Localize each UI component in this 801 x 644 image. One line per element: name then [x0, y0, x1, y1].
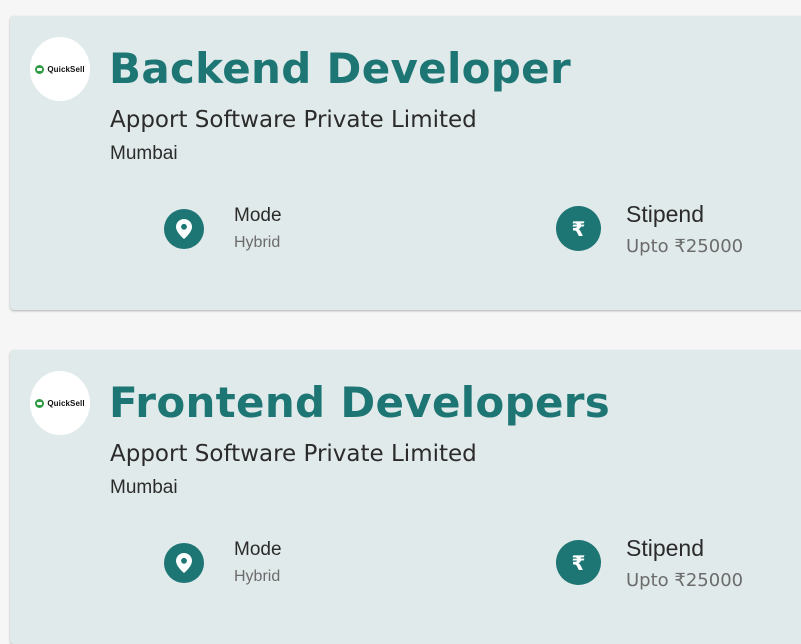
rupee-icon: ₹	[556, 206, 601, 251]
logo-text: QuickSell	[47, 64, 85, 74]
rupee-symbol: ₹	[571, 550, 586, 575]
job-title[interactable]: Backend Developer	[109, 40, 571, 98]
job-location: Mumbai	[110, 143, 178, 164]
quicksell-logo-icon	[35, 64, 45, 74]
company-logo: QuickSell	[30, 37, 90, 101]
rupee-icon: ₹	[556, 540, 601, 585]
mode-label: Mode	[234, 539, 282, 560]
mode-value: Hybrid	[234, 568, 281, 585]
stipend-value: Upto ₹25000	[626, 570, 744, 591]
mode-value: Hybrid	[234, 234, 281, 251]
rupee-symbol: ₹	[571, 216, 586, 241]
company-name: Apport Software Private Limited	[110, 107, 477, 133]
logo-text: QuickSell	[47, 398, 85, 408]
company-logo: QuickSell	[30, 371, 90, 435]
job-card[interactable]: QuickSell Backend Developer Apport Softw…	[10, 16, 801, 310]
company-name: Apport Software Private Limited	[110, 441, 477, 467]
job-title[interactable]: Frontend Developers	[109, 374, 610, 432]
stipend-label: Stipend	[626, 535, 705, 561]
job-location: Mumbai	[110, 477, 178, 498]
stipend-label: Stipend	[626, 201, 705, 227]
job-card[interactable]: QuickSell Frontend Developers Apport Sof…	[10, 350, 801, 644]
mode-label: Mode	[234, 205, 282, 226]
map-pin-icon	[164, 209, 204, 249]
stipend-value: Upto ₹25000	[626, 236, 744, 257]
map-pin-icon	[164, 543, 204, 583]
quicksell-logo-icon	[35, 398, 45, 408]
